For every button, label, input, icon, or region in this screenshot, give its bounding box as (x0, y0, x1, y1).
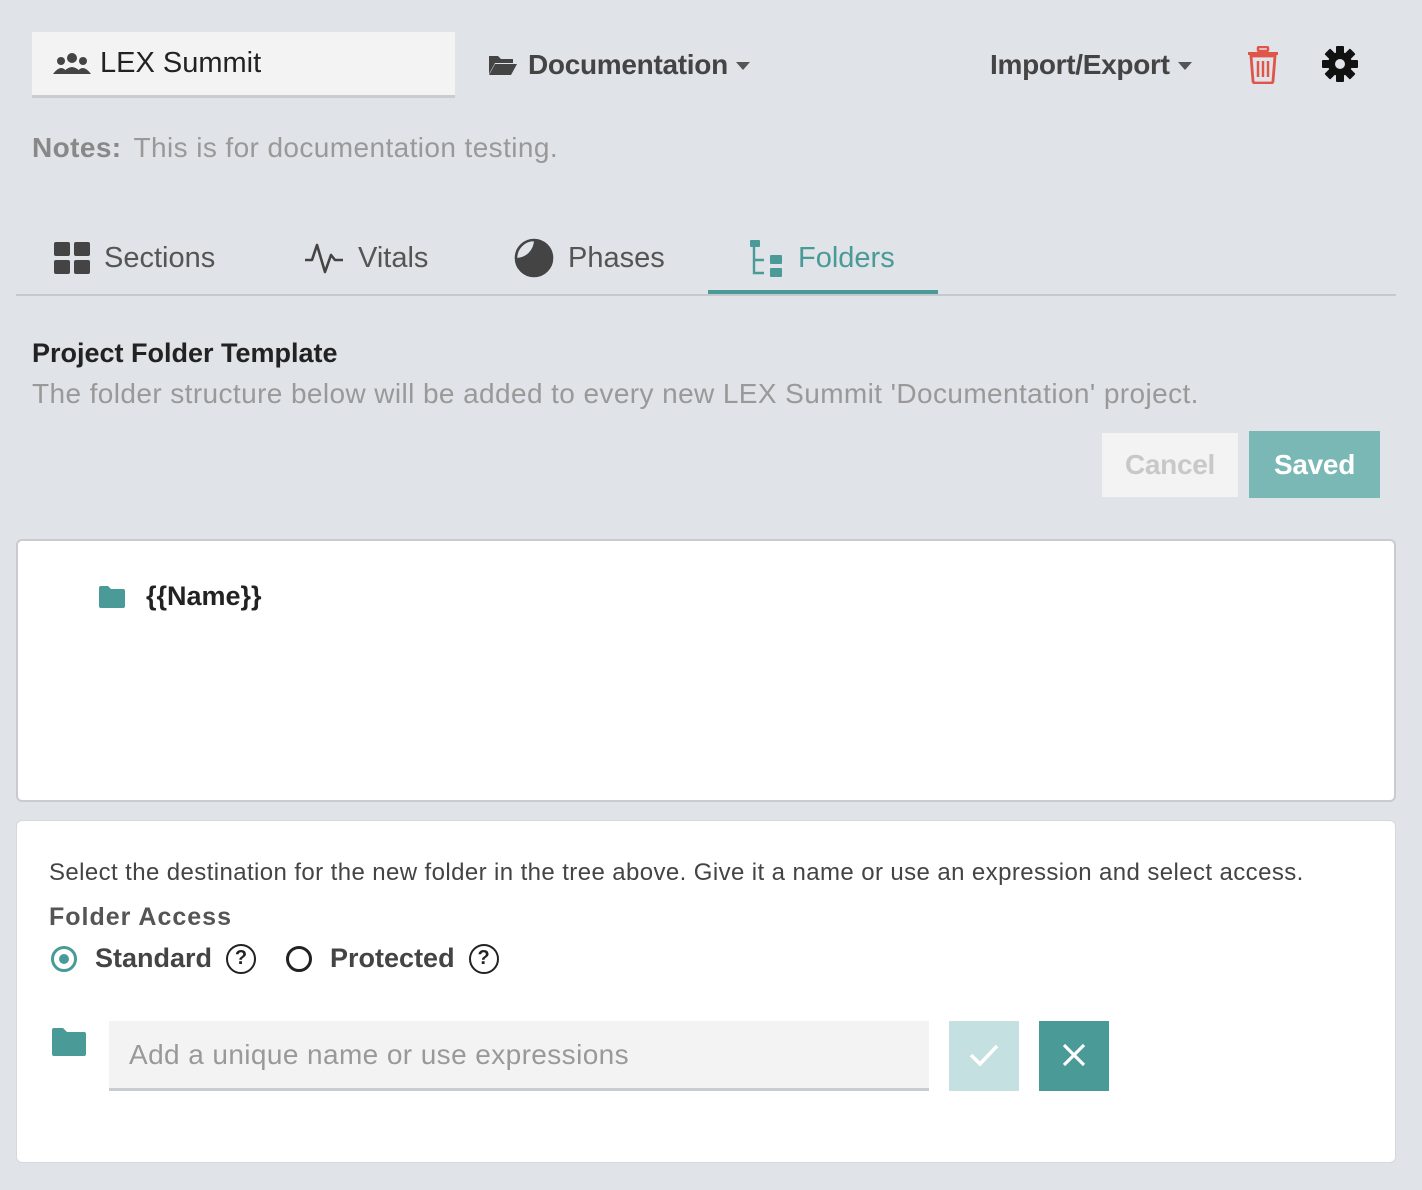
gear-icon[interactable] (1322, 46, 1358, 82)
close-icon (1062, 1043, 1086, 1066)
template-description: The folder structure below will be added… (32, 378, 1199, 409)
project-notes: Notes: This is for documentation testing. (32, 132, 558, 164)
tab-sections[interactable]: Sections (54, 222, 215, 294)
chevron-down-icon (1177, 62, 1192, 70)
notes-value: This is for documentation testing. (133, 132, 558, 163)
import-export-label: Import/Export (990, 49, 1170, 80)
tab-vitals-label: Vitals (358, 241, 429, 274)
help-icon[interactable]: ? (226, 943, 257, 974)
help-icon[interactable]: ? (468, 943, 499, 974)
standard-radio[interactable] (51, 945, 77, 972)
check-icon (969, 1044, 999, 1067)
tree-item-name: {{Name}} (146, 581, 262, 611)
protected-label[interactable]: Protected (330, 943, 455, 974)
folder-tree-icon (750, 240, 782, 277)
standard-label[interactable]: Standard (95, 943, 212, 974)
tab-vitals[interactable]: Vitals (304, 222, 428, 294)
tab-sections-label: Sections (104, 241, 216, 274)
tab-bar: Sections Vitals Phases Folders (16, 222, 1396, 296)
folder-icon (52, 1028, 86, 1056)
active-tab-indicator (708, 290, 938, 294)
cancel-folder-button[interactable] (1039, 1021, 1109, 1091)
folder-name-input[interactable] (109, 1021, 929, 1091)
phase-moon-icon (514, 238, 554, 278)
import-export-dropdown[interactable]: Import/Export (990, 44, 1192, 86)
new-folder-form: Select the destination for the new folde… (16, 820, 1396, 1163)
confirm-button[interactable] (949, 1021, 1019, 1091)
protected-radio[interactable] (286, 945, 313, 972)
cancel-button[interactable]: Cancel (1102, 433, 1238, 497)
tree-item[interactable]: {{Name}} (98, 581, 262, 612)
tab-phases-label: Phases (568, 241, 665, 274)
grid-icon (54, 242, 90, 274)
tab-folders[interactable]: Folders (750, 222, 895, 294)
template-title: Project Folder Template (32, 338, 338, 368)
access-radio-group: Standard ? Protected ? (51, 943, 499, 974)
pulse-icon (305, 243, 343, 274)
team-selector[interactable]: LEX Summit (32, 32, 455, 98)
users-icon (53, 52, 91, 74)
saved-button[interactable]: Saved (1249, 431, 1380, 498)
folder-open-icon (489, 56, 517, 75)
team-name: LEX Summit (100, 47, 262, 79)
trash-icon[interactable] (1246, 46, 1280, 84)
folder-tree-panel: {{Name}} (16, 539, 1396, 802)
project-type-label: Documentation (528, 49, 728, 80)
project-type-dropdown[interactable]: Documentation (488, 44, 750, 86)
folder-access-label: Folder Access (49, 903, 232, 931)
chevron-down-icon (735, 62, 750, 70)
form-instructions: Select the destination for the new folde… (49, 859, 1304, 886)
tab-phases[interactable]: Phases (514, 222, 665, 294)
notes-label: Notes: (32, 132, 122, 163)
tab-folders-label: Folders (798, 241, 895, 274)
folder-icon (99, 585, 125, 608)
